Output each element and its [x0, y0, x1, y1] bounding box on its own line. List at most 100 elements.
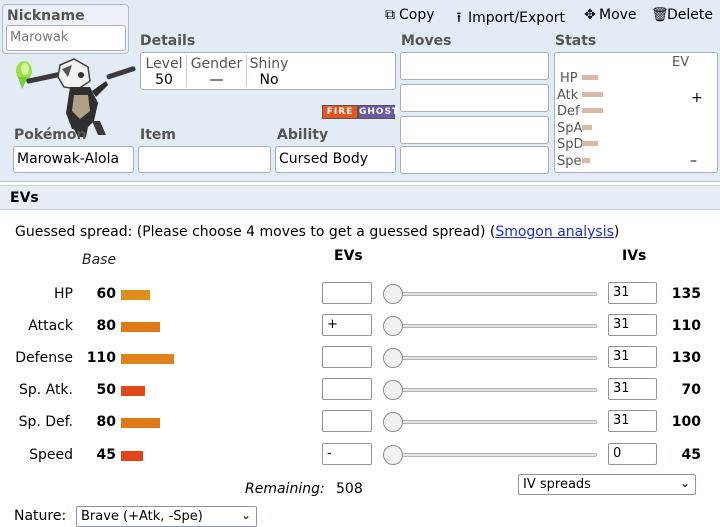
shiny-value: No: [259, 72, 279, 88]
type-badge-fire: FIRE: [322, 105, 358, 119]
iv-spreads-value: IV spreads: [523, 477, 591, 492]
ev-slider-thumb[interactable]: [383, 380, 403, 400]
iv-spreads-select[interactable]: IV spreads ⌄: [518, 474, 696, 495]
stat-summary-spe-bar: [582, 158, 590, 163]
nature-label: Nature:: [14, 508, 67, 524]
stat-base-bar: [121, 386, 145, 396]
ability-input[interactable]: Cursed Body: [275, 146, 396, 173]
copy-icon: ⧉: [385, 7, 395, 23]
stat-summary-spa-label: SpA: [557, 121, 583, 136]
ev-slider-thumb[interactable]: [383, 284, 403, 304]
stat-name: Defense: [15, 350, 73, 366]
stat-name: Speed: [29, 447, 73, 463]
level-value: 50: [155, 72, 173, 88]
gender-value: —: [209, 72, 224, 88]
details-box[interactable]: Level 50 Gender — Shiny No: [140, 52, 396, 90]
details-divider: [246, 55, 247, 87]
copy-label: Copy: [399, 7, 435, 23]
iv-input[interactable]: 31: [608, 346, 657, 368]
import-export-button[interactable]: ⭱ Import/Export: [452, 7, 565, 31]
nature-select[interactable]: Brave (+Atk, -Spe) ⌄: [76, 506, 257, 527]
stat-total: 45: [681, 447, 701, 463]
ev-column-label: EV: [672, 55, 690, 70]
set-panel: Nickname Marowak Details Level 50 Gender…: [0, 0, 720, 182]
item-input[interactable]: [138, 146, 271, 173]
details-label: Details: [140, 33, 196, 49]
stat-summary-hp-label: HP: [560, 71, 578, 86]
guessed-spread-suffix: ): [613, 224, 620, 240]
stats-label: Stats: [555, 33, 597, 49]
stat-base-value: 45: [96, 447, 116, 463]
copy-button[interactable]: ⧉ Copy: [383, 7, 435, 23]
chevron-down-icon: ⌄: [679, 476, 690, 490]
shiny-column: Shiny No: [249, 56, 289, 88]
delete-button[interactable]: 🗑Delete: [651, 7, 713, 23]
stat-name: Sp. Atk.: [18, 382, 73, 398]
ev-slider-thumb[interactable]: [383, 348, 403, 368]
stat-base-value: 50: [96, 382, 116, 398]
ev-slider-track[interactable]: [383, 324, 597, 328]
move-input-2[interactable]: [400, 84, 549, 112]
ev-slider-thumb[interactable]: [383, 412, 403, 432]
ev-slider-track[interactable]: [383, 388, 597, 392]
move-input-4[interactable]: [400, 146, 549, 174]
nickname-box: Nickname Marowak: [2, 4, 129, 54]
ev-slider-thumb[interactable]: [383, 316, 403, 336]
ev-input[interactable]: +: [322, 314, 372, 336]
upload-icon: ⭱: [456, 10, 462, 26]
ev-input[interactable]: [322, 346, 372, 368]
move-input-1[interactable]: [400, 52, 549, 80]
guessed-spread-text: Guessed spread: (Please choose 4 moves t…: [15, 224, 619, 240]
remaining-label: Remaining:: [245, 481, 325, 497]
ev-slider-track[interactable]: [383, 356, 597, 360]
nickname-input[interactable]: Marowak: [6, 25, 126, 51]
move-button[interactable]: ✥ Move: [583, 7, 637, 23]
evs-title: EVs: [10, 190, 39, 206]
evs-column-header: EVs: [334, 248, 363, 264]
nature-plus-marker: +: [691, 90, 703, 106]
stat-total: 110: [671, 318, 701, 334]
iv-input[interactable]: 31: [608, 410, 657, 432]
move-label: Move: [599, 7, 637, 23]
nickname-label: Nickname: [7, 8, 85, 24]
stat-summary-atk-bar: [582, 92, 603, 97]
iv-input[interactable]: 31: [608, 314, 657, 336]
trash-icon: 🗑: [651, 7, 669, 23]
type-badge-ghost: GHOST: [358, 105, 400, 119]
smogon-analysis-link[interactable]: Smogon analysis: [495, 224, 614, 240]
stat-total: 130: [671, 350, 701, 366]
ev-input[interactable]: [322, 410, 372, 432]
iv-input[interactable]: 31: [608, 378, 657, 400]
stat-name: Attack: [28, 318, 73, 334]
ev-slider-track[interactable]: [383, 420, 597, 424]
iv-input[interactable]: 31: [608, 282, 657, 304]
stat-base-bar: [121, 418, 160, 428]
move-input-3[interactable]: [400, 116, 549, 144]
stat-summary-spd-bar: [582, 141, 598, 146]
ev-slider-track[interactable]: [383, 453, 597, 457]
ev-input[interactable]: [322, 282, 372, 304]
stat-base-bar: [121, 290, 150, 300]
pokemon-input[interactable]: Marowak-Alola: [13, 146, 134, 173]
level-label: Level: [145, 56, 183, 72]
stat-summary-def-label: Def: [557, 104, 580, 119]
ev-input[interactable]: -: [322, 443, 372, 465]
stat-row: Speed 45 - 0 45: [0, 443, 720, 469]
guessed-spread-prefix: Guessed spread: (Please choose 4 moves t…: [15, 224, 496, 240]
iv-input[interactable]: 0: [608, 443, 657, 465]
stat-row: Sp. Def. 80 31 100: [0, 410, 720, 436]
pokemon-sprite[interactable]: [8, 55, 136, 137]
item-label: Item: [140, 127, 176, 143]
ev-slider-track[interactable]: [383, 292, 597, 296]
stat-summary-atk-label: Atk: [557, 88, 579, 103]
gender-column: Gender —: [189, 56, 244, 88]
nature-minus-marker: –: [690, 153, 697, 169]
stat-summary-spa-bar: [582, 125, 592, 130]
stats-summary-box[interactable]: EV HP Atk Def SpA SpD Spe + –: [554, 52, 718, 173]
delete-label: Delete: [667, 7, 713, 23]
stat-name: HP: [54, 286, 73, 302]
ev-input[interactable]: [322, 378, 372, 400]
ivs-column-header: IVs: [622, 248, 647, 264]
stat-name: Sp. Def.: [18, 414, 73, 430]
ev-slider-thumb[interactable]: [383, 445, 403, 465]
